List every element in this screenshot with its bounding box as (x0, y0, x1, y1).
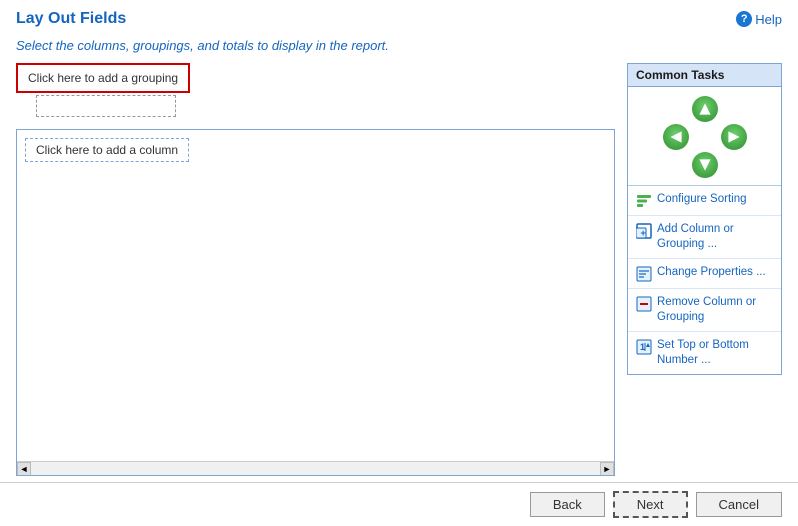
task-add-column-grouping[interactable]: + Add Column or Grouping ... (628, 216, 781, 259)
back-button[interactable]: Back (530, 492, 605, 517)
task-change-properties[interactable]: Change Properties ... (628, 259, 781, 289)
page-title: Lay Out Fields (16, 10, 126, 28)
sub-grouping-placeholder (36, 95, 176, 117)
add-grouping-button[interactable]: Click here to add a grouping (16, 63, 190, 93)
grouping-area: Click here to add a grouping (16, 63, 615, 117)
svg-text:1: 1 (640, 342, 645, 352)
arrow-bottom-row (662, 151, 748, 179)
description-before: Select the columns, groupings, and total… (16, 38, 272, 53)
arrow-spacer-bottomright (720, 151, 748, 179)
arrow-spacer-topright (720, 95, 748, 123)
change-properties-label: Change Properties ... (657, 265, 766, 280)
page-description: Select the columns, groupings, and total… (0, 34, 798, 63)
scrollbar-right-arrow[interactable]: ► (600, 462, 614, 476)
arrow-up-button[interactable] (692, 96, 718, 122)
task-set-top-bottom[interactable]: 1 Set Top or Bottom Number ... (628, 332, 781, 374)
help-link[interactable]: ? Help (736, 11, 782, 27)
task-remove-column-grouping[interactable]: Remove Column or Grouping (628, 289, 781, 332)
arrow-spacer-mid (691, 123, 719, 151)
column-btn-label: Click here to add a column (36, 143, 178, 157)
topbottom-icon: 1 (636, 339, 652, 355)
arrow-left-button[interactable] (663, 124, 689, 150)
next-button[interactable]: Next (613, 491, 688, 518)
arrow-middle-row (663, 123, 747, 151)
remove-icon (636, 296, 652, 312)
help-icon: ? (736, 11, 752, 27)
page-header: Lay Out Fields ? Help (0, 0, 798, 34)
arrow-top-row (662, 95, 748, 123)
arrow-spacer-topleft (662, 95, 690, 123)
arrow-spacer-bottomleft (662, 151, 690, 179)
common-tasks-box: Common Tasks (627, 63, 782, 375)
arrow-down-button[interactable] (692, 152, 718, 178)
description-highlight: display (272, 38, 312, 53)
common-tasks-title: Common Tasks (628, 64, 781, 87)
task-configure-sorting[interactable]: Configure Sorting (628, 186, 781, 216)
help-label: Help (755, 12, 782, 27)
page-footer: Back Next Cancel (0, 482, 798, 526)
column-scrollbar: ◄ ► (17, 461, 614, 475)
add-icon: + (636, 223, 652, 239)
svg-text:+: + (641, 228, 646, 238)
page-container: Lay Out Fields ? Help Select the columns… (0, 0, 798, 526)
arrow-right-button[interactable] (721, 124, 747, 150)
scrollbar-track[interactable] (31, 462, 600, 475)
add-column-grouping-label: Add Column or Grouping ... (657, 222, 773, 252)
properties-icon (636, 266, 652, 282)
left-panel: Click here to add a grouping Click here … (16, 63, 615, 476)
add-column-button[interactable]: Click here to add a column (25, 138, 189, 162)
remove-column-grouping-label: Remove Column or Grouping (657, 295, 773, 325)
configure-sorting-label: Configure Sorting (657, 192, 747, 207)
description-after: in the report. (312, 38, 389, 53)
cancel-button[interactable]: Cancel (696, 492, 782, 517)
sort-icon (636, 193, 652, 209)
main-content: Click here to add a grouping Click here … (0, 63, 798, 476)
grouping-btn-label: Click here to add a grouping (28, 71, 178, 85)
set-top-bottom-label: Set Top or Bottom Number ... (657, 338, 773, 368)
right-panel: Common Tasks (627, 63, 782, 476)
arrow-controls (628, 87, 781, 185)
scrollbar-left-arrow[interactable]: ◄ (17, 462, 31, 476)
column-area: Click here to add a column ◄ ► (16, 129, 615, 476)
